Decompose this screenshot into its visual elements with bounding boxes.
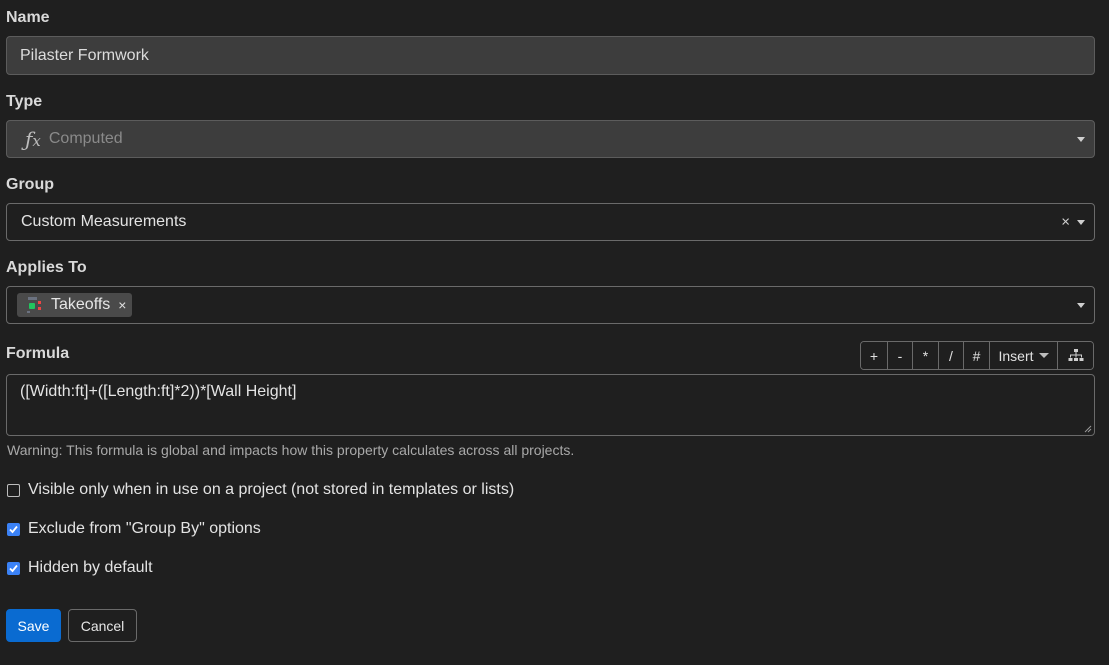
takeoffs-chip-label: Takeoffs [51, 296, 111, 313]
visible-only-label[interactable]: Visible only when in use on a project (n… [28, 481, 514, 499]
exclude-group-by-label[interactable]: Exclude from "Group By" options [28, 520, 261, 538]
formula-text: ([Width:ft]+([Length:ft]*2))*[Wall Heigh… [20, 383, 297, 400]
hidden-default-label[interactable]: Hidden by default [28, 559, 153, 577]
divide-button[interactable]: / [939, 342, 964, 369]
checkmark-icon [9, 525, 18, 533]
insert-label: Insert [998, 347, 1034, 364]
chevron-down-icon [1077, 137, 1085, 142]
formula-textarea[interactable]: ([Width:ft]+([Length:ft]*2))*[Wall Heigh… [6, 374, 1095, 436]
exclude-group-by-checkbox[interactable] [7, 522, 20, 536]
clear-icon[interactable]: × [1061, 215, 1070, 230]
property-form: Name Pilaster Formwork Type ƒx Computed … [0, 0, 1109, 665]
multiply-button[interactable]: * [913, 342, 939, 369]
name-label: Name [6, 9, 50, 26]
name-input[interactable]: Pilaster Formwork [6, 36, 1095, 75]
sitemap-icon [1068, 349, 1083, 361]
name-input-value: Pilaster Formwork [20, 46, 149, 64]
visible-only-option[interactable]: Visible only when in use on a project (n… [7, 481, 514, 499]
hidden-default-option[interactable]: Hidden by default [7, 559, 153, 577]
checkmark-icon [9, 564, 18, 572]
function-icon: ƒx [25, 127, 41, 151]
type-label: Type [6, 93, 43, 110]
exclude-group-by-option[interactable]: Exclude from "Group By" options [7, 520, 261, 538]
minus-button[interactable]: - [888, 342, 913, 369]
insert-dropdown-button[interactable]: Insert [990, 342, 1058, 369]
visible-only-checkbox[interactable] [7, 483, 20, 497]
group-label: Group [6, 176, 54, 193]
group-select[interactable]: Custom Measurements × [6, 203, 1095, 241]
cancel-button[interactable]: Cancel [68, 609, 137, 642]
applies-to-label: Applies To [6, 259, 87, 276]
resize-grip-icon[interactable] [1084, 425, 1092, 433]
takeoff-icon [27, 297, 41, 313]
group-select-value: Custom Measurements [21, 213, 187, 230]
hierarchy-button[interactable] [1058, 342, 1093, 369]
plus-button[interactable]: + [861, 342, 888, 369]
formula-label: Formula [6, 345, 70, 362]
chip-remove-icon[interactable]: × [118, 297, 126, 313]
formula-warning: Warning: This formula is global and impa… [7, 442, 575, 458]
chevron-down-icon[interactable] [1077, 220, 1085, 225]
chevron-down-icon[interactable] [1077, 303, 1085, 308]
save-button[interactable]: Save [6, 609, 61, 642]
applies-to-select[interactable]: Takeoffs × [6, 286, 1095, 324]
formula-toolbar: + - * / # Insert [860, 341, 1094, 370]
type-select: ƒx Computed [6, 120, 1095, 158]
takeoffs-chip: Takeoffs × [17, 293, 133, 317]
caret-down-icon [1038, 353, 1049, 358]
hash-button[interactable]: # [964, 342, 990, 369]
type-select-value: Computed [48, 130, 123, 147]
hidden-default-checkbox[interactable] [7, 561, 20, 575]
